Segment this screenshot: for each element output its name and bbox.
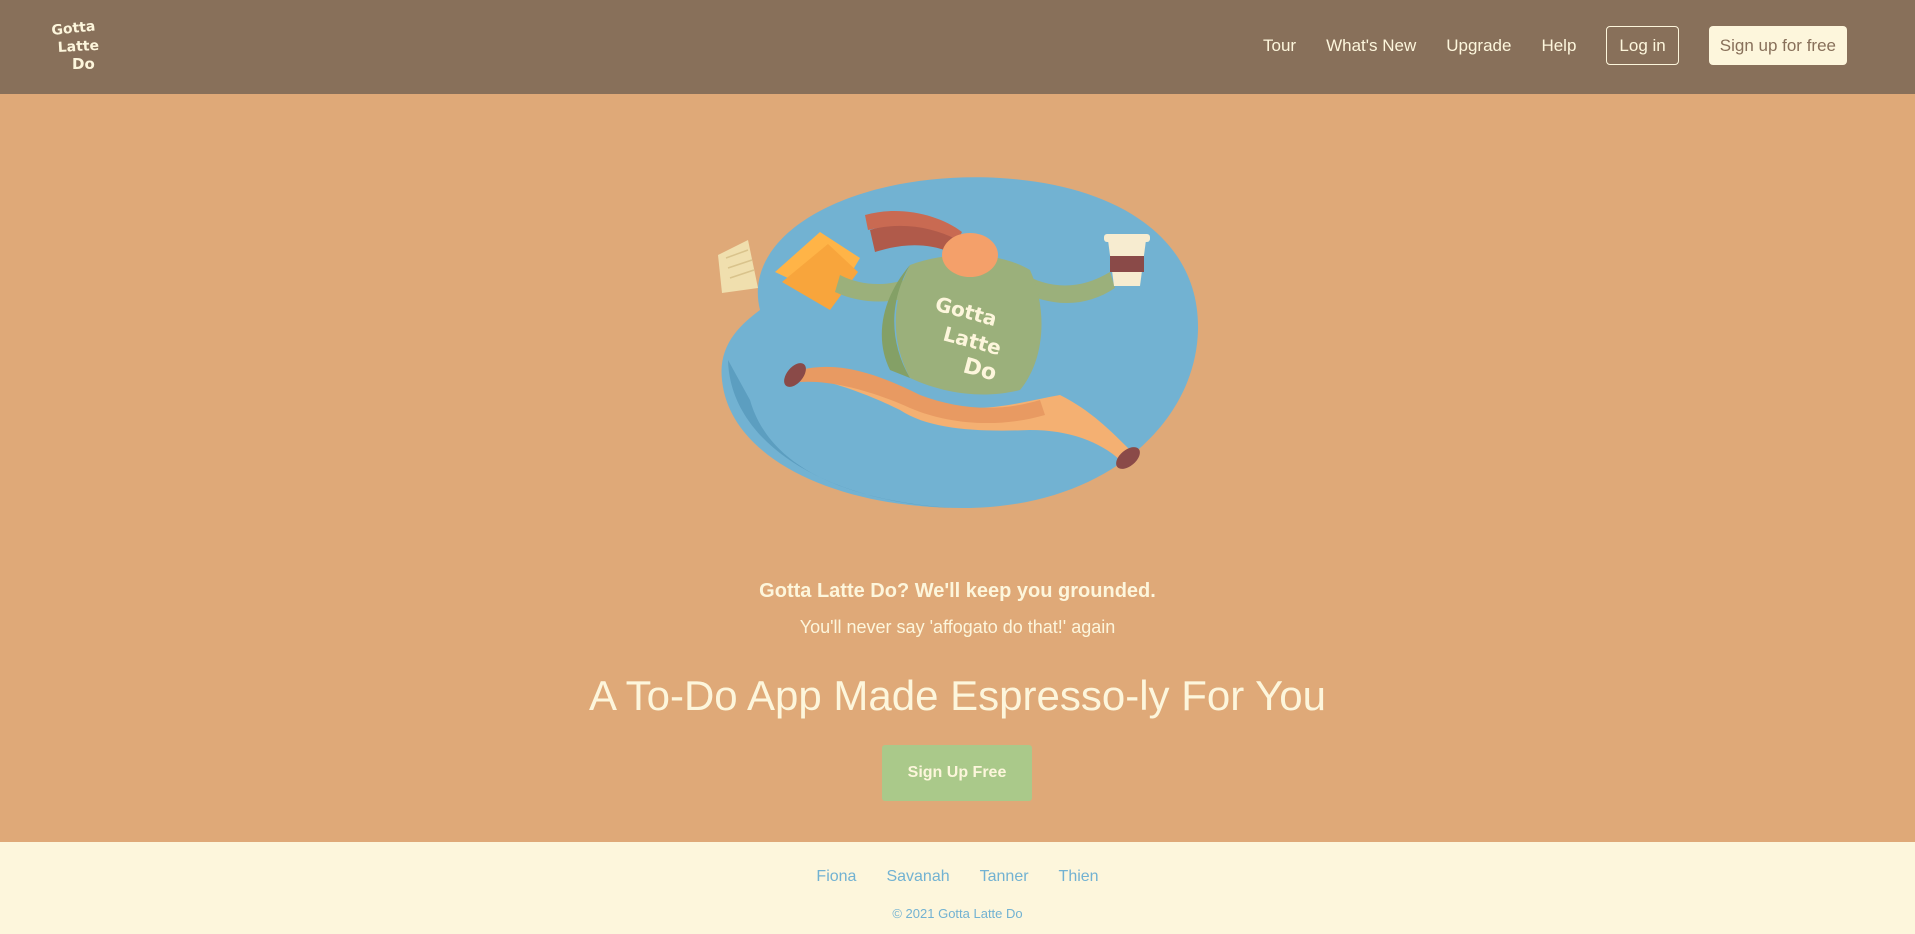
svg-text:Do: Do (72, 55, 95, 73)
hero-tagline: Gotta Latte Do? We'll keep you grounded. (759, 580, 1156, 602)
footer-links: Fiona Savanah Tanner Thien (0, 868, 1915, 886)
svg-text:Latte: Latte (57, 38, 99, 56)
brand-logo[interactable]: Gotta Latte Do (50, 17, 102, 73)
hero-subtagline: You'll never say 'affogato do that!' aga… (799, 617, 1116, 637)
top-navbar: Gotta Latte Do Tour What's New Upgrade H… (0, 0, 1915, 94)
footer-link-thien[interactable]: Thien (1059, 868, 1099, 886)
nav-upgrade-link[interactable]: Upgrade (1446, 36, 1511, 56)
login-button[interactable]: Log in (1606, 26, 1679, 65)
logo-icon: Gotta Latte Do (51, 18, 100, 73)
footer: Fiona Savanah Tanner Thien © 2021 Gotta … (0, 842, 1915, 934)
copyright-text: © 2021 Gotta Latte Do (892, 906, 1023, 921)
running-coffee-person-icon: Gotta Latte Do (718, 177, 1199, 509)
hero-headline: A To-Do App Made Espresso-ly For You (589, 672, 1326, 719)
nav-links: Tour What's New Upgrade Help Log in Sign… (1263, 26, 1847, 65)
nav-help-link[interactable]: Help (1541, 36, 1576, 56)
nav-tour-link[interactable]: Tour (1263, 36, 1296, 56)
footer-link-fiona[interactable]: Fiona (816, 868, 856, 886)
footer-link-tanner[interactable]: Tanner (980, 868, 1029, 886)
svg-text:Gotta: Gotta (51, 18, 96, 39)
nav-whats-new-link[interactable]: What's New (1326, 36, 1416, 56)
sign-up-free-button[interactable]: Sign Up Free (882, 745, 1032, 801)
hero-illustration: Gotta Latte Do (700, 160, 1220, 520)
signup-button[interactable]: Sign up for free (1708, 26, 1847, 65)
footer-link-savanah[interactable]: Savanah (886, 868, 949, 886)
